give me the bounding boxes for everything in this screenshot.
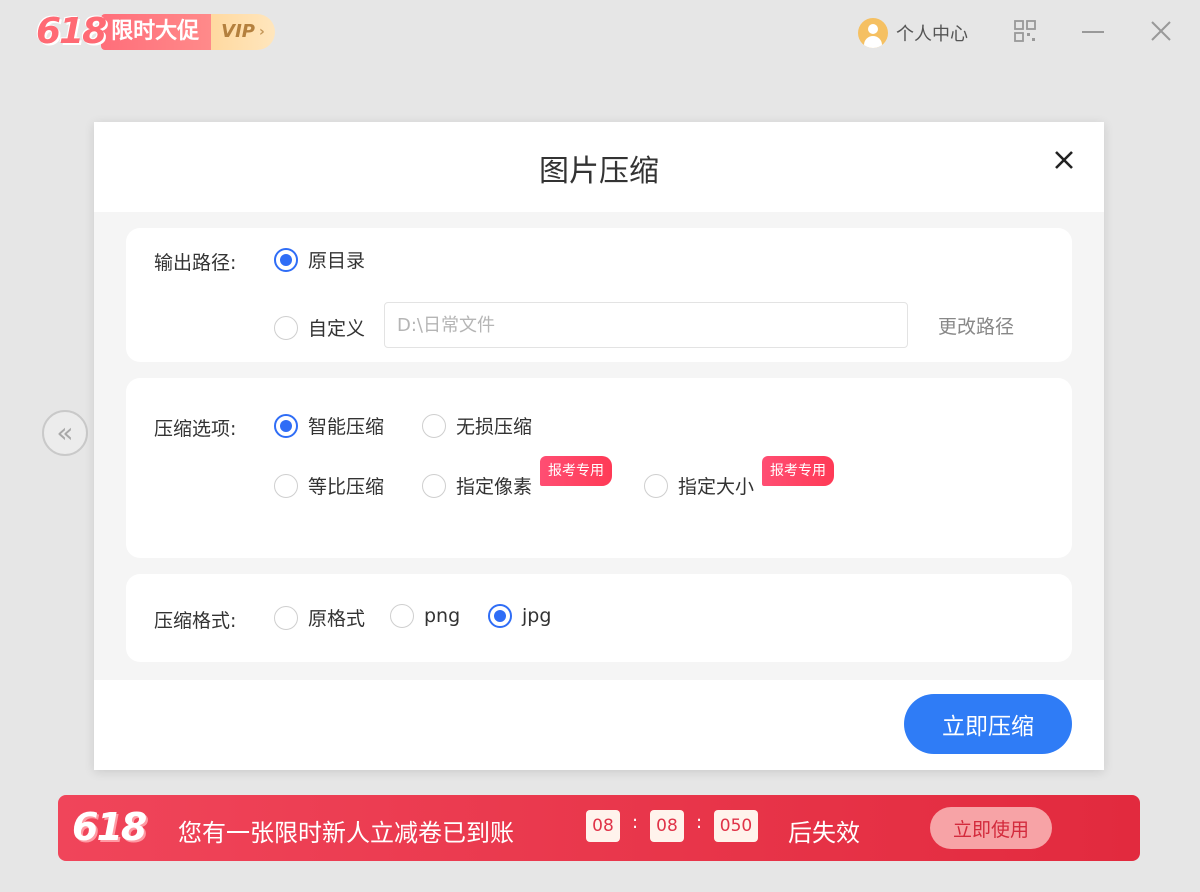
- promo-label: 限时大促: [101, 14, 212, 50]
- compress-options-label: 压缩选项:: [154, 418, 237, 440]
- change-path-link[interactable]: 更改路径: [938, 312, 1014, 339]
- promo-618-logo: 618: [36, 11, 107, 52]
- grid-menu-button[interactable]: [1010, 16, 1040, 46]
- close-window-button[interactable]: [1146, 16, 1176, 46]
- output-path-section: 输出路径: 原目录 自定义 更改路径: [126, 228, 1072, 362]
- dialog-close-button[interactable]: [1050, 146, 1078, 174]
- radio-label: 指定大小: [678, 476, 755, 498]
- countdown-millis: 050: [714, 810, 758, 842]
- banner-618-logo: 618: [72, 805, 147, 849]
- promo-badge[interactable]: 618 限时大促 VIP ›: [36, 12, 275, 52]
- radio-label: 等比压缩: [308, 476, 385, 498]
- radio-label: png: [424, 605, 461, 627]
- radio-format-jpg[interactable]: jpg: [488, 604, 551, 628]
- close-icon: [1055, 151, 1073, 169]
- avatar-icon: [858, 18, 888, 48]
- radio-dot: [274, 605, 298, 630]
- banner-message: 您有一张限时新人立减卷已到账: [178, 819, 514, 847]
- radio-dot: [274, 247, 298, 272]
- banner-suffix: 后失效: [788, 819, 860, 847]
- collapse-sidebar-button[interactable]: «: [42, 410, 88, 456]
- close-icon: [1151, 21, 1171, 41]
- grid-icon: [1014, 20, 1036, 42]
- radio-dot: [390, 604, 414, 628]
- radio-format-original[interactable]: 原格式: [274, 604, 365, 631]
- compress-format-section: 压缩格式: 原格式 png jpg: [126, 574, 1072, 662]
- compress-dialog: 图片压缩 输出路径: 原目录 自定义 更改路径 压缩选项:: [94, 122, 1104, 770]
- radio-label: 原目录: [308, 250, 366, 272]
- radio-dot: [422, 413, 446, 438]
- vip-label: VIP: [221, 21, 255, 42]
- exam-use-badge: 报考专用: [762, 456, 834, 486]
- user-center-label: 个人中心: [896, 24, 968, 45]
- radio-dot: [488, 604, 512, 628]
- custom-path-input[interactable]: [384, 302, 908, 348]
- radio-fixed-size[interactable]: 指定大小: [644, 472, 754, 499]
- countdown-hours: 08: [586, 810, 620, 842]
- radio-label: 智能压缩: [308, 416, 385, 438]
- radio-dot: [422, 473, 446, 498]
- dialog-body: 输出路径: 原目录 自定义 更改路径 压缩选项: 智能压缩 无损压缩: [94, 212, 1104, 680]
- countdown-separator: :: [696, 812, 703, 833]
- chevron-right-icon: ›: [259, 24, 265, 40]
- radio-label: 自定义: [308, 318, 366, 340]
- radio-lossless-compress[interactable]: 无损压缩: [422, 412, 532, 439]
- compress-now-button[interactable]: 立即压缩: [904, 694, 1072, 754]
- radio-custom-dir[interactable]: 自定义: [274, 314, 365, 341]
- compress-format-label: 压缩格式:: [154, 610, 237, 632]
- vip-tag[interactable]: VIP ›: [211, 14, 275, 50]
- minimize-icon: [1082, 31, 1104, 33]
- radio-dot: [274, 473, 298, 498]
- compress-options-section: 压缩选项: 智能压缩 无损压缩 等比压缩 指定像素 报考专用 指定大小 报考专用: [126, 378, 1072, 558]
- minimize-button[interactable]: [1078, 16, 1108, 46]
- exam-use-badge: 报考专用: [540, 456, 612, 486]
- radio-label: 无损压缩: [456, 416, 533, 438]
- countdown-minutes: 08: [650, 810, 684, 842]
- radio-format-png[interactable]: png: [390, 604, 460, 628]
- radio-dot: [644, 473, 668, 498]
- user-center-button[interactable]: 个人中心: [858, 18, 968, 48]
- radio-label: 指定像素: [456, 476, 533, 498]
- radio-original-dir[interactable]: 原目录: [274, 246, 365, 273]
- use-now-button[interactable]: 立即使用: [930, 807, 1052, 849]
- dialog-header: 图片压缩: [94, 122, 1104, 212]
- radio-dot: [274, 413, 298, 438]
- output-path-label: 输出路径:: [154, 252, 237, 274]
- radio-label: jpg: [522, 605, 552, 627]
- radio-smart-compress[interactable]: 智能压缩: [274, 412, 384, 439]
- double-chevron-left-icon: «: [56, 416, 74, 449]
- radio-proportional-compress[interactable]: 等比压缩: [274, 472, 384, 499]
- radio-label: 原格式: [308, 608, 366, 630]
- radio-fixed-pixels[interactable]: 指定像素: [422, 472, 532, 499]
- dialog-title: 图片压缩: [539, 154, 659, 189]
- countdown-separator: :: [632, 812, 639, 833]
- coupon-banner: 618 您有一张限时新人立减卷已到账 08 : 08 : 050 后失效 立即使…: [58, 795, 1140, 861]
- radio-dot: [274, 315, 298, 340]
